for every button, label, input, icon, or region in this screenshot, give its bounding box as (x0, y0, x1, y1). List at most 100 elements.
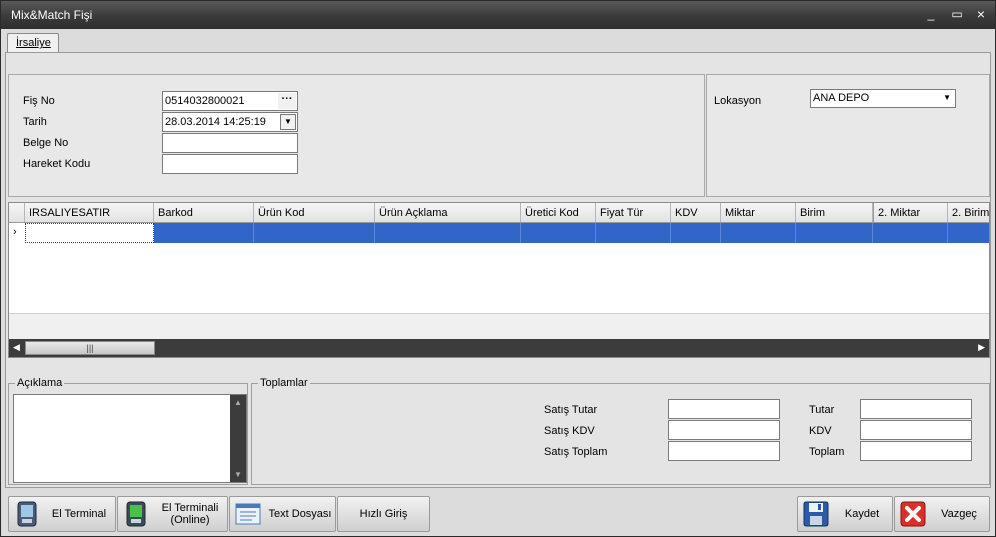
el-terminali-online-label: El Terminali (Online) (152, 497, 228, 531)
satis-tutar-field[interactable] (668, 399, 780, 419)
scroll-down-icon[interactable]: ▼ (234, 470, 242, 479)
cell-irsaliyesatir[interactable] (25, 223, 154, 243)
fis-no-label: Fiş No (23, 95, 55, 107)
title-bar[interactable]: Mix&Match Fişi _ ▭ × (1, 1, 995, 29)
aciklama-textarea[interactable]: ▲ ▼ (13, 394, 247, 483)
save-icon (803, 501, 829, 527)
cell-birim[interactable] (796, 223, 873, 243)
table-row[interactable] (9, 223, 989, 243)
bottom-panel: Açıklama ▲ ▼ Toplamlar Satış Tutar Satış… (8, 365, 990, 487)
maximize-icon[interactable]: ▭ (949, 7, 965, 21)
satis-toplam-field[interactable] (668, 441, 780, 461)
cell-barkod[interactable] (154, 223, 254, 243)
header-panel: Fiş No 0514032800021 ··· Tarih 28.03.201… (8, 74, 705, 197)
column-header-miktar[interactable]: Miktar (721, 203, 796, 222)
aciklama-group: Açıklama ▲ ▼ (8, 377, 248, 485)
column-header-fiyat-tur[interactable]: Fiyat Tür (596, 203, 671, 222)
fis-no-value: 0514032800021 (165, 95, 245, 107)
kdv-label: KDV (809, 425, 832, 437)
chevron-down-icon[interactable]: ▼ (280, 114, 296, 130)
grid-header: IRSALIYESATIR Barkod Ürün Kod Ürün Açkla… (9, 203, 989, 223)
belge-no-input[interactable] (162, 133, 298, 153)
column-header-2-birim[interactable]: 2. Birim (948, 203, 989, 222)
hizli-giris-button[interactable]: Hızlı Giriş (337, 496, 430, 532)
satis-kdv-label: Satış KDV (544, 425, 595, 437)
cell-urun-aciklama[interactable] (375, 223, 521, 243)
aciklama-label: Açıklama (15, 377, 65, 389)
tarih-value: 28.03.2014 14:25:19 (165, 116, 266, 128)
column-header-urun-kod[interactable]: Ürün Kod (254, 203, 375, 222)
el-terminali-online-line2: (Online) (170, 514, 210, 526)
grid-footer (9, 313, 989, 339)
hareket-kodu-label: Hareket Kodu (23, 158, 91, 170)
row-indicator: › (9, 223, 25, 243)
column-header-kdv[interactable]: KDV (671, 203, 721, 222)
vazgec-button[interactable]: Vazgeç (894, 496, 990, 532)
hareket-kodu-input[interactable] (162, 154, 298, 174)
toplam-field[interactable] (860, 441, 972, 461)
lokasyon-value: ANA DEPO (813, 92, 870, 104)
column-header-urun-aciklama[interactable]: Ürün Açklama (375, 203, 521, 222)
el-terminali-online-line1: El Terminali (161, 502, 219, 514)
scroll-right-icon[interactable]: ▶ (978, 342, 985, 353)
column-header-irsaliyesatir[interactable]: IRSALIYESATIR (25, 203, 154, 222)
hizli-giris-label: Hızlı Giriş (359, 508, 408, 520)
handheld-terminal-online-icon (126, 501, 146, 527)
toplam-label: Toplam (809, 446, 845, 458)
el-terminal-label: El Terminal (51, 508, 107, 520)
cell-2-miktar[interactable] (873, 223, 948, 243)
toplamlar-label: Toplamlar (258, 377, 310, 389)
ellipsis-button[interactable]: ··· (278, 93, 296, 109)
text-file-icon (235, 503, 261, 525)
scroll-thumb[interactable]: ||| (25, 341, 155, 355)
tutar-label: Tutar (809, 404, 835, 416)
fis-no-field[interactable]: 0514032800021 ··· (162, 91, 298, 111)
header-indicator-cell (9, 203, 25, 222)
vertical-scrollbar[interactable]: ▲ ▼ (230, 395, 246, 482)
window-title: Mix&Match Fişi (11, 8, 93, 22)
column-header-2-miktar[interactable]: 2. Miktar (873, 203, 948, 222)
handheld-terminal-icon (17, 501, 37, 527)
tab-strip: İrsaliye (1, 29, 995, 53)
column-header-birim[interactable]: Birim (796, 203, 873, 222)
bottom-toolbar: El Terminal El Terminali (Online) Text D… (1, 491, 995, 536)
irsaliye-grid[interactable]: IRSALIYESATIR Barkod Ürün Kod Ürün Açkla… (8, 202, 990, 358)
text-dosyasi-button[interactable]: Text Dosyası (229, 496, 336, 532)
close-icon[interactable]: × (973, 7, 989, 21)
scroll-left-icon[interactable]: ◀ (13, 342, 20, 353)
cell-2-birim[interactable] (948, 223, 989, 243)
scroll-up-icon[interactable]: ▲ (234, 398, 242, 407)
window: Mix&Match Fişi _ ▭ × İrsaliye Fiş No 051… (0, 0, 996, 537)
cell-miktar[interactable] (721, 223, 796, 243)
satis-kdv-field[interactable] (668, 420, 780, 440)
el-terminali-online-button[interactable]: El Terminali (Online) (117, 496, 228, 532)
cell-fiyat-tur[interactable] (596, 223, 671, 243)
cell-uretici-kod[interactable] (521, 223, 596, 243)
toplamlar-group: Toplamlar Satış Tutar Satış KDV Satış To… (251, 377, 990, 485)
tarih-label: Tarih (23, 116, 47, 128)
minimize-icon[interactable]: _ (923, 7, 939, 21)
vazgec-label: Vazgeç (941, 508, 977, 520)
lokasyon-panel: Lokasyon ANA DEPO ▼ (706, 74, 990, 197)
el-terminal-button[interactable]: El Terminal (8, 496, 116, 532)
text-dosyasi-label: Text Dosyası (268, 508, 332, 520)
column-header-barkod[interactable]: Barkod (154, 203, 254, 222)
cancel-icon (900, 501, 926, 527)
belge-no-label: Belge No (23, 137, 69, 149)
tutar-field[interactable] (860, 399, 972, 419)
tab-irsaliye[interactable]: İrsaliye (7, 33, 59, 53)
lokasyon-label: Lokasyon (714, 95, 762, 107)
tarih-field[interactable]: 28.03.2014 14:25:19 ▼ (162, 112, 298, 132)
kdv-field[interactable] (860, 420, 972, 440)
chevron-down-icon[interactable]: ▼ (943, 93, 951, 102)
horizontal-scrollbar[interactable]: ◀ ||| ▶ (9, 339, 989, 357)
cell-kdv[interactable] (671, 223, 721, 243)
cell-urun-kod[interactable] (254, 223, 375, 243)
kaydet-label: Kaydet (844, 508, 880, 520)
tab-label: İrsaliye (16, 37, 51, 49)
satis-toplam-label: Satış Toplam (544, 446, 608, 458)
tab-content: Fiş No 0514032800021 ··· Tarih 28.03.201… (5, 52, 991, 488)
kaydet-button[interactable]: Kaydet (797, 496, 893, 532)
lokasyon-select[interactable]: ANA DEPO ▼ (810, 89, 956, 108)
column-header-uretici-kod[interactable]: Üretici Kod (521, 203, 596, 222)
